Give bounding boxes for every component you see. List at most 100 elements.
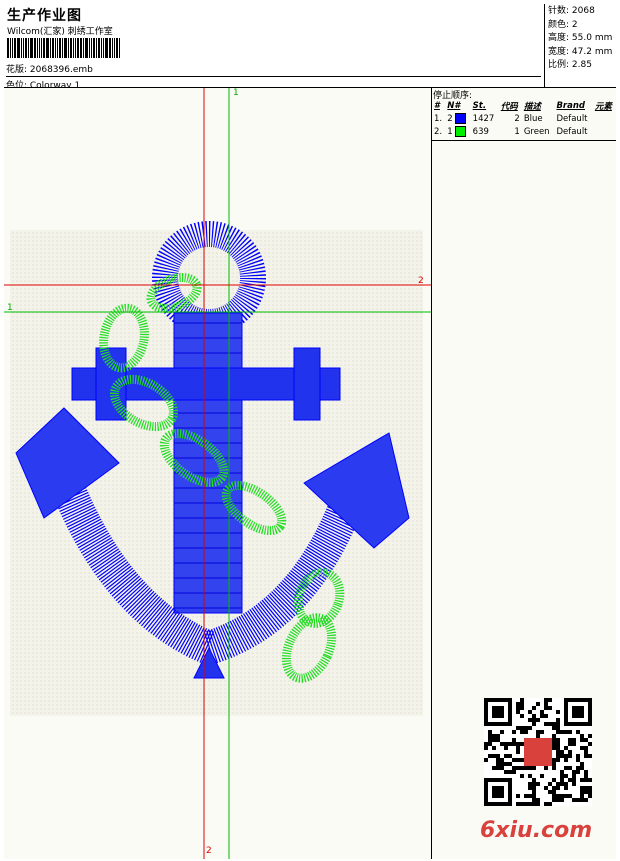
barcode-bar xyxy=(75,38,76,58)
barcode-bar xyxy=(64,38,67,58)
col-header: St. xyxy=(472,101,487,111)
axis-label-green-left: 1 xyxy=(7,303,13,313)
barcode-bar xyxy=(114,38,115,58)
anchor-shank xyxy=(173,312,243,614)
qr-code[interactable] xyxy=(484,698,592,806)
barcode-bar xyxy=(98,38,100,58)
barcode-bar xyxy=(52,38,54,58)
barcode-bar xyxy=(68,38,69,58)
row-desc: Green xyxy=(523,126,550,137)
table-row[interactable]: 2. 1 639 1 Green Default xyxy=(432,125,616,138)
axis-label-red-right: 2 xyxy=(418,276,424,286)
barcode-bar xyxy=(21,38,22,58)
barcode-bar xyxy=(10,38,11,58)
barcode-bar xyxy=(12,38,13,58)
barcode-bar xyxy=(46,38,49,58)
barcode-bar xyxy=(77,38,79,58)
col-header: 代码 xyxy=(500,102,518,112)
barcode-bar xyxy=(105,38,108,58)
stat-label: 颜色: xyxy=(548,19,570,30)
stat-value: 2 xyxy=(571,19,578,30)
row-brand: Default xyxy=(556,126,588,137)
barcode-bar xyxy=(30,38,33,58)
row-element xyxy=(593,125,616,138)
row-needle: 1 xyxy=(445,125,470,138)
barcode-bar xyxy=(70,38,72,58)
axis-label-red-bottom: 2 xyxy=(206,846,212,856)
barcode-bar xyxy=(80,38,82,58)
row-needle: 2 xyxy=(445,112,470,125)
barcode-bar xyxy=(39,38,40,58)
table-row[interactable]: 1. 2 1427 2 Blue Default xyxy=(432,112,616,125)
barcode-bar xyxy=(73,38,74,58)
stats-panel: 针数: 2068 颜色: 2 高度: 55.0 mm 宽度: 47.2 mm 比… xyxy=(545,4,616,88)
embroidery-preview xyxy=(4,88,431,859)
barcode-bar xyxy=(116,38,118,58)
axis-label-green-top: 1 xyxy=(233,88,239,98)
stop-sequence-table: # N# St. 代码 描述 Brand 元素 1. 2 1427 2 Blue… xyxy=(432,100,616,138)
stat-row: 比例: 2.85 xyxy=(548,59,612,73)
barcode-bar xyxy=(103,38,104,58)
barcode-bar xyxy=(59,38,61,58)
row-element xyxy=(593,112,616,125)
stop-sequence-panel: 停止顺序: # N# St. 代码 描述 Brand 元素 1. 2 1427 … xyxy=(432,88,616,859)
barcode-bar xyxy=(25,38,27,58)
barcode-bar xyxy=(43,38,45,58)
barcode-bar xyxy=(101,38,102,58)
page-title: 生产作业图 xyxy=(7,8,82,24)
barcode-bar xyxy=(91,38,92,58)
barcode-bar xyxy=(96,38,97,58)
needle-number: 1 xyxy=(447,127,453,137)
stat-value: 47.2 mm xyxy=(571,46,613,57)
stat-row: 针数: 2068 xyxy=(548,5,612,19)
row-stitches: 639 xyxy=(472,126,489,137)
col-header: # xyxy=(434,101,440,111)
barcode-bar xyxy=(89,38,90,58)
barcode-bar xyxy=(83,38,84,58)
color-swatch xyxy=(455,126,467,137)
barcode-bar xyxy=(119,38,120,58)
col-header: 描述 xyxy=(523,102,541,112)
watermark-logo: 6xiu.com xyxy=(480,818,593,843)
barcode-bar xyxy=(7,38,9,58)
barcode-bar xyxy=(55,38,56,58)
table-divider xyxy=(432,140,616,141)
barcode-bar xyxy=(37,38,38,58)
stat-label: 高度: xyxy=(548,33,570,43)
stats-list: 针数: 2068 颜色: 2 高度: 55.0 mm 宽度: 47.2 mm 比… xyxy=(548,5,612,73)
stat-label: 比例: xyxy=(548,60,570,70)
col-header: 元素 xyxy=(594,102,612,112)
barcode-bar xyxy=(62,38,63,58)
stat-value: 2.85 xyxy=(571,60,592,70)
row-code: 2 xyxy=(514,113,520,124)
row-index: 2. xyxy=(434,126,443,137)
col-header: Brand xyxy=(556,101,585,111)
table-header-row: # N# St. 代码 描述 Brand 元素 xyxy=(432,100,616,112)
barcode-bar xyxy=(85,38,88,58)
studio-name: Wilcom(汇家) 刺绣工作室 xyxy=(7,27,113,37)
row-code: 1 xyxy=(514,126,520,137)
barcode-bar xyxy=(109,38,111,58)
barcode-bar xyxy=(17,38,20,58)
stat-row: 颜色: 2 xyxy=(548,19,612,33)
barcode-bar xyxy=(57,38,58,58)
barcode-bar xyxy=(41,38,42,58)
stat-value: 55.0 mm xyxy=(571,33,613,43)
design-canvas[interactable]: 1 2 1 2 xyxy=(4,88,432,859)
barcode-bar xyxy=(93,38,95,58)
stat-row: 宽度: 47.2 mm xyxy=(548,46,612,60)
barcode-bar xyxy=(50,38,51,58)
barcode-bar xyxy=(28,38,29,58)
row-desc: Blue xyxy=(523,113,543,124)
row-brand: Default xyxy=(556,113,588,124)
barcode-bar xyxy=(14,38,16,58)
file-name: 花版: 2068396.emb xyxy=(6,65,93,75)
stat-value: 2068 xyxy=(571,6,595,16)
stat-label: 针数: xyxy=(548,6,570,16)
col-header: N# xyxy=(447,101,461,111)
row-stitches: 1427 xyxy=(472,113,495,124)
barcode-bar xyxy=(34,38,36,58)
stat-row: 高度: 55.0 mm xyxy=(548,32,612,46)
stock-knob-right xyxy=(293,347,321,421)
row-index: 1. xyxy=(434,113,443,124)
